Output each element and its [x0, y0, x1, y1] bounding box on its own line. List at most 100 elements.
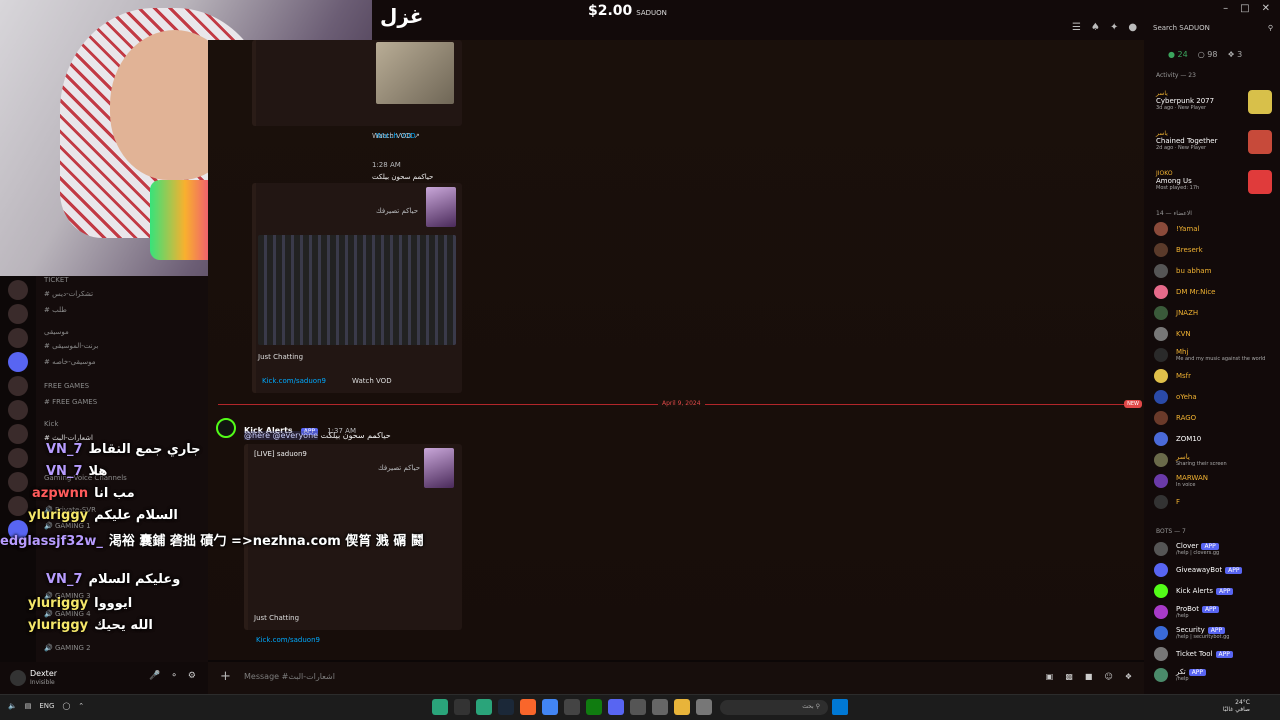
category-music[interactable]: موسيقى — [44, 328, 69, 336]
threads-icon[interactable]: ☰ — [1072, 22, 1081, 33]
network-icon[interactable]: ▤ — [25, 702, 32, 710]
chevron-up-icon[interactable]: ⌃ — [78, 702, 84, 710]
overlay-message: VN_7 وعليكم السلام — [46, 572, 180, 587]
folder-icon[interactable] — [674, 699, 690, 715]
steam-icon[interactable] — [498, 699, 514, 715]
chrome-icon[interactable] — [542, 699, 558, 715]
watch-vod-link[interactable]: Watch VOD ↗ — [372, 132, 420, 140]
member-item[interactable]: F — [1154, 493, 1278, 511]
app-icon[interactable] — [696, 699, 712, 715]
date-label: April 9, 2024 — [658, 400, 705, 407]
mentions[interactable]: @here @everyone — [244, 431, 319, 440]
taskbar-search[interactable]: بحث ⚲ — [720, 700, 828, 715]
member-item[interactable]: Mhj Me and my music against the world — [1154, 346, 1278, 364]
user-name[interactable]: Dexter — [30, 669, 57, 678]
gift-icon[interactable]: ▣ — [1046, 672, 1054, 681]
gear-icon[interactable]: ⚙ — [188, 671, 196, 681]
category-kick[interactable]: Kick — [44, 420, 58, 428]
bot-item[interactable]: Kick Alerts APP — [1154, 582, 1278, 600]
apps-icon[interactable]: ❖ — [1125, 672, 1132, 681]
xbox-icon[interactable] — [586, 699, 602, 715]
server-icon[interactable] — [8, 400, 28, 420]
pin-icon[interactable]: ✦ — [1110, 22, 1118, 33]
category-ticket[interactable]: TICKET — [44, 276, 69, 284]
activity-item[interactable]: JIOKO Among Us Most played: 17h — [1156, 170, 1276, 194]
add-attachment-icon[interactable]: + — [220, 669, 231, 684]
volume-icon[interactable]: 🔈 — [8, 702, 17, 710]
bot-item[interactable]: تكر APP/help — [1154, 666, 1278, 684]
server-icon[interactable] — [8, 352, 28, 372]
user-avatar[interactable] — [10, 670, 26, 686]
member-item[interactable]: RAGO — [1154, 409, 1278, 427]
category-free-games[interactable]: FREE GAMES — [44, 382, 89, 390]
bot-item[interactable]: GiveawayBot APP — [1154, 561, 1278, 579]
kick-alerts-avatar[interactable] — [216, 418, 236, 438]
user-controls: 🎤 ⚬ ⚙ — [149, 671, 196, 681]
close-icon[interactable]: ✕ — [1262, 3, 1270, 14]
members-icon[interactable]: ● — [1128, 22, 1137, 33]
weather-widget[interactable]: 24°C صافي غالبًا — [1223, 699, 1250, 713]
calendar-icon[interactable] — [652, 699, 668, 715]
minimize-icon[interactable]: – — [1223, 3, 1228, 14]
member-avatar — [1154, 327, 1168, 341]
channel-item[interactable]: # موسيقى-خاصه — [44, 358, 96, 366]
app-icon[interactable] — [564, 699, 580, 715]
bot-item[interactable]: Ticket Tool APP — [1154, 645, 1278, 663]
app-icon[interactable] — [432, 699, 448, 715]
embed-thumbnail — [424, 448, 454, 488]
server-icon[interactable] — [8, 376, 28, 396]
mic-icon[interactable]: 🎤 — [149, 671, 160, 681]
search-input[interactable]: Search SADUON ⚲ — [1153, 21, 1273, 35]
member-item[interactable]: KVN — [1154, 325, 1278, 343]
server-icon[interactable] — [8, 328, 28, 348]
bot-item[interactable]: ProBot APP/help — [1154, 603, 1278, 621]
activity-item[interactable]: ياسر Chained Together 2d ago · New Playe… — [1156, 130, 1276, 154]
message-composer: + Message #اشعارات-البث ▣ ▩ ■ ☺ ❖ — [208, 662, 1144, 694]
app-icon[interactable] — [630, 699, 646, 715]
app-icon[interactable] — [476, 699, 492, 715]
watch-vod-button[interactable]: Watch VOD — [352, 377, 392, 385]
gif-icon[interactable]: ▩ — [1065, 672, 1073, 681]
language-indicator[interactable]: ENG — [39, 702, 54, 710]
channel-item[interactable]: # تشكرات-ديس — [44, 290, 93, 298]
server-icon[interactable] — [8, 280, 28, 300]
brave-icon[interactable] — [520, 699, 536, 715]
member-item[interactable]: JNAZH — [1154, 304, 1278, 322]
member-item[interactable]: Msfr — [1154, 367, 1278, 385]
member-item[interactable]: ZOM10 — [1154, 430, 1278, 448]
channel-item[interactable]: # FREE GAMES — [44, 398, 97, 406]
app-icon[interactable] — [454, 699, 470, 715]
maximize-icon[interactable]: □ — [1240, 3, 1249, 14]
server-stats: ● 24 ○ 98 ❖ 3 — [1168, 50, 1242, 59]
activity-item[interactable]: ياسر Cyberpunk 2077 3d ago · New Player — [1156, 90, 1276, 114]
member-avatar — [1154, 495, 1168, 509]
message-input[interactable]: Message #اشعارات-البث — [244, 672, 335, 681]
member-item[interactable]: !Yamal — [1154, 220, 1278, 238]
member-item[interactable]: ياسر Sharing their screen — [1154, 451, 1278, 469]
member-item[interactable]: bu abham — [1154, 262, 1278, 280]
member-item[interactable]: Breserk — [1154, 241, 1278, 259]
channel-label: برنت-الموسيقى — [52, 342, 99, 350]
channel-item[interactable]: # برنت-الموسيقى — [44, 342, 98, 350]
kick-link[interactable]: Kick.com/saduon9 — [262, 377, 326, 385]
tray-left: 🔈 ▤ ENG ◯ ⌃ — [8, 702, 84, 710]
mic-icon[interactable]: ◯ — [62, 702, 70, 710]
member-name: JNAZH — [1176, 309, 1199, 317]
channel-item[interactable]: # طلب — [44, 306, 67, 314]
bot-item[interactable]: Clover APP/help | clovers.gg — [1154, 540, 1278, 558]
headphones-icon[interactable]: ⚬ — [170, 671, 178, 681]
member-item[interactable]: DM Mr.Nice — [1154, 283, 1278, 301]
emoji-icon[interactable]: ☺ — [1104, 672, 1112, 681]
member-name: oYeha — [1176, 393, 1197, 401]
windows-start-icon[interactable] — [832, 699, 848, 715]
server-icon[interactable] — [8, 304, 28, 324]
member-info: !Yamal — [1176, 225, 1199, 233]
member-item[interactable]: oYeha — [1154, 388, 1278, 406]
channel-label: طلب — [52, 306, 67, 314]
bell-icon[interactable]: ♠ — [1091, 22, 1100, 33]
member-item[interactable]: MARWAN In voice — [1154, 472, 1278, 490]
bot-name: Clover — [1176, 542, 1199, 550]
sticker-icon[interactable]: ■ — [1085, 672, 1093, 681]
discord-icon[interactable] — [608, 699, 624, 715]
bot-item[interactable]: Security APP/help | securitybot.gg — [1154, 624, 1278, 642]
